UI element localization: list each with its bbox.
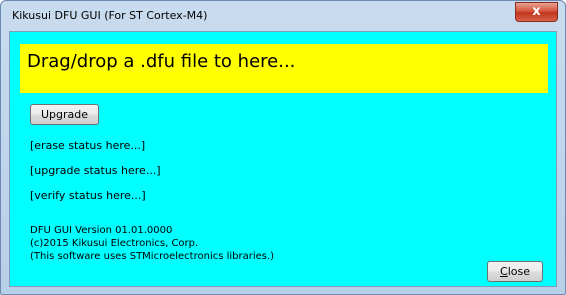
drop-zone-label: Drag/drop a .dfu file to here... — [27, 51, 296, 72]
drop-zone[interactable]: Drag/drop a .dfu file to here... — [20, 44, 548, 93]
upgrade-button[interactable]: Upgrade — [30, 104, 99, 125]
copyright-text: (c)2015 Kikusui Electronics, Corp. — [30, 238, 199, 249]
main-panel: Drag/drop a .dfu file to here... Upgrade… — [9, 31, 557, 287]
verify-status: [verify status here...] — [30, 189, 146, 202]
library-notice: (This software uses STMicroelectronics l… — [30, 251, 275, 262]
window-title: Kikusui DFU GUI (For ST Cortex-M4) — [12, 9, 208, 22]
erase-status: [erase status here...] — [30, 139, 146, 152]
title-bar[interactable]: Kikusui DFU GUI (For ST Cortex-M4) x — [1, 1, 565, 31]
window-close-button[interactable]: x — [515, 2, 558, 22]
app-window: Kikusui DFU GUI (For ST Cortex-M4) x Dra… — [0, 0, 566, 295]
upgrade-status: [upgrade status here...] — [30, 164, 161, 177]
close-button[interactable]: Close — [487, 261, 543, 282]
close-icon: x — [532, 4, 541, 19]
version-text: DFU GUI Version 01.01.0000 — [30, 225, 173, 236]
